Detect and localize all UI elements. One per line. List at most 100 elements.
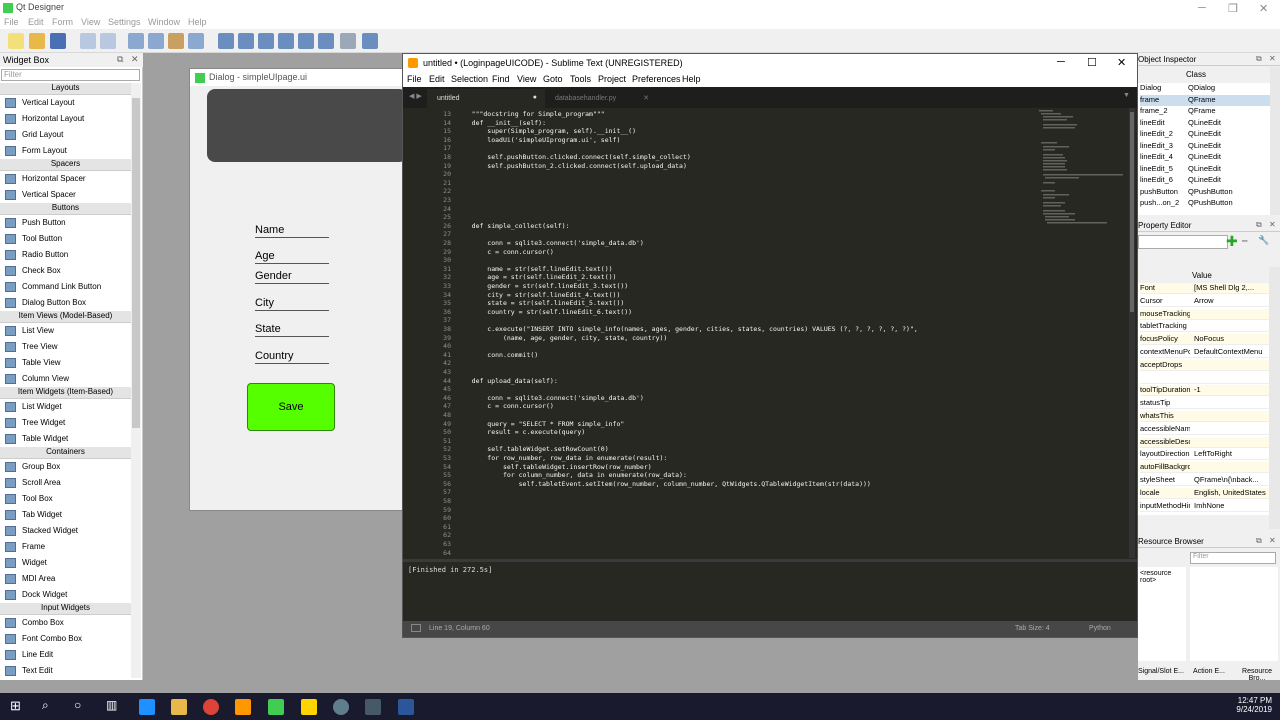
code-line[interactable]: name = str(self.lineEdit.text()) <box>456 265 612 273</box>
object-row[interactable]: frame QFrame <box>1140 94 1270 106</box>
menu-tools[interactable]: Tools <box>570 74 591 84</box>
widget-category[interactable]: Spacers <box>0 159 131 171</box>
sublime-text-icon[interactable] <box>235 699 251 715</box>
menu-form[interactable]: Form <box>52 17 73 27</box>
property-row[interactable]: acceptDrops <box>1140 359 1269 371</box>
property-row[interactable]: locale English, UnitedStates <box>1140 487 1269 499</box>
resource-root[interactable]: <resource root> <box>1140 570 1186 584</box>
label-gender[interactable]: Gender <box>255 270 329 284</box>
widget-category[interactable]: Item Views (Model-Based) <box>0 311 131 323</box>
property-value[interactable]: Arrow <box>1194 296 1269 305</box>
float-icon[interactable]: ⧉ <box>1256 536 1262 546</box>
property-row[interactable]: tabletTracking <box>1140 321 1269 333</box>
widget-item[interactable]: MDI Area <box>0 571 131 587</box>
property-row[interactable]: toolTipDuration -1 <box>1140 385 1269 397</box>
widget-item[interactable]: Command Link Button <box>0 279 131 295</box>
close-icon[interactable]: ✕ <box>1269 220 1276 229</box>
break-layout-icon[interactable] <box>340 33 356 49</box>
widget-item[interactable]: Form Layout <box>0 143 131 159</box>
object-row[interactable]: lineEdit_5 QLineEdit <box>1140 164 1270 175</box>
save-icon[interactable] <box>50 33 66 49</box>
resource-tree[interactable]: <resource root> <box>1138 567 1186 661</box>
layout-vertical-icon[interactable] <box>238 33 254 49</box>
cortana-icon[interactable]: ○ <box>74 698 81 712</box>
tab-size[interactable]: Tab Size: 4 <box>1015 625 1050 632</box>
widget-item[interactable]: Text Edit <box>0 663 131 678</box>
property-row[interactable]: whatsThis <box>1140 411 1269 422</box>
code-line[interactable]: self.tableWidget.setRowCount(0) <box>456 445 608 453</box>
remove-property-icon[interactable]: ━ <box>1242 236 1247 247</box>
code-line[interactable]: loadUi('simpleUIprogram.ui', self) <box>456 136 620 144</box>
code-line[interactable]: for column_number, data in enumerate(row… <box>456 471 687 479</box>
configure-icon[interactable]: 🔧 <box>1258 235 1269 246</box>
property-row[interactable]: accessibleDescripti... <box>1140 436 1269 448</box>
layout-splitter-h-icon[interactable] <box>258 33 274 49</box>
property-filter-input[interactable] <box>1138 235 1228 249</box>
chrome-icon[interactable] <box>203 699 219 715</box>
store-icon[interactable] <box>365 699 381 715</box>
edit-buddies-icon[interactable] <box>168 33 184 49</box>
label-age[interactable]: Age <box>255 250 329 264</box>
qt-designer-icon[interactable] <box>268 699 284 715</box>
widget-item[interactable]: Tree Widget <box>0 415 131 431</box>
widget-item[interactable]: Combo Box <box>0 615 131 631</box>
edit-signals-icon[interactable] <box>148 33 164 49</box>
widget-category[interactable]: Buttons <box>0 203 131 215</box>
widget-item[interactable]: Dialog Button Box <box>0 295 131 311</box>
label-city[interactable]: City <box>255 297 329 311</box>
scrollbar-thumb[interactable] <box>1130 112 1134 312</box>
bring-to-front-icon[interactable] <box>100 33 116 49</box>
widget-item[interactable]: Grid Layout <box>0 127 131 143</box>
property-value[interactable]: ImhNone <box>1194 501 1269 510</box>
inspector-scrollbar[interactable] <box>1270 67 1280 215</box>
code-line[interactable]: self.pushButton_2.clicked.connect(self.u… <box>456 162 687 170</box>
menu-preferences[interactable]: Preferences <box>632 74 681 84</box>
close-tab-icon[interactable]: ✕ <box>643 94 649 102</box>
close-icon[interactable]: ✕ <box>1117 56 1126 69</box>
float-icon[interactable]: ⧉ <box>117 54 123 65</box>
edit-widgets-icon[interactable] <box>128 33 144 49</box>
widget-item[interactable]: Tab Widget <box>0 507 131 523</box>
widget-item[interactable]: Radio Button <box>0 247 131 263</box>
menu-goto[interactable]: Goto <box>543 74 563 84</box>
widget-item[interactable]: Line Edit <box>0 647 131 663</box>
code-editor[interactable]: """docstring for Simple_program""" def _… <box>456 108 1036 558</box>
float-icon[interactable]: ⧉ <box>1256 54 1262 64</box>
code-line[interactable]: country = str(self.lineEdit_6.text()) <box>456 308 632 316</box>
maximize-icon[interactable]: ❐ <box>1228 2 1238 15</box>
widget-category[interactable]: Input Widgets <box>0 603 131 615</box>
object-row[interactable]: lineEdit_2 QLineEdit <box>1140 129 1270 140</box>
save-button[interactable]: Save <box>247 383 335 431</box>
menu-view[interactable]: View <box>81 17 100 27</box>
widget-category[interactable]: Item Widgets (Item-Based) <box>0 387 131 399</box>
code-line[interactable]: gender = str(self.lineEdit_3.text()) <box>456 282 628 290</box>
property-row[interactable]: Font [MS Shell Dlg 2,... <box>1140 283 1269 294</box>
widget-item[interactable]: Table View <box>0 355 131 371</box>
property-row[interactable]: statusTip <box>1140 398 1269 410</box>
tab-nav-icon[interactable]: ◀ ▶ <box>409 92 422 100</box>
close-icon[interactable]: ✕ <box>131 54 139 65</box>
property-row[interactable] <box>1140 373 1269 384</box>
property-value[interactable]: [MS Shell Dlg 2,... <box>1194 283 1269 292</box>
close-icon[interactable]: ✕ <box>1259 2 1268 15</box>
scrollbar-thumb[interactable] <box>132 98 140 428</box>
property-row[interactable]: accessibleName <box>1140 424 1269 435</box>
code-line[interactable]: for row_number, row_data in enumerate(re… <box>456 454 667 462</box>
code-line[interactable]: self.tabletEvent.setItem(row_number, col… <box>456 480 871 488</box>
property-row[interactable]: Cursor Arrow <box>1140 296 1269 307</box>
code-line[interactable]: def simple_collect(self): <box>456 222 570 230</box>
code-line[interactable]: query = "SELECT * FROM simple_info" <box>456 420 624 428</box>
menu-view[interactable]: View <box>517 74 536 84</box>
file-explorer-icon[interactable] <box>171 699 187 715</box>
settings-icon[interactable] <box>333 699 349 715</box>
code-line[interactable]: age = str(self.lineEdit_2.text()) <box>456 273 616 281</box>
tab-signal-slot-editor[interactable]: Signal/Slot E... <box>1138 668 1184 675</box>
widget-item[interactable]: Scroll Area <box>0 475 131 491</box>
menu-project[interactable]: Project <box>598 74 626 84</box>
open-icon[interactable] <box>29 33 45 49</box>
menu-window[interactable]: Window <box>148 17 180 27</box>
minimap[interactable] <box>1035 108 1135 238</box>
property-value[interactable]: QFrame\n{\nback... <box>1194 475 1269 484</box>
layout-form-icon[interactable] <box>318 33 334 49</box>
widget-item[interactable]: Frame <box>0 539 131 555</box>
